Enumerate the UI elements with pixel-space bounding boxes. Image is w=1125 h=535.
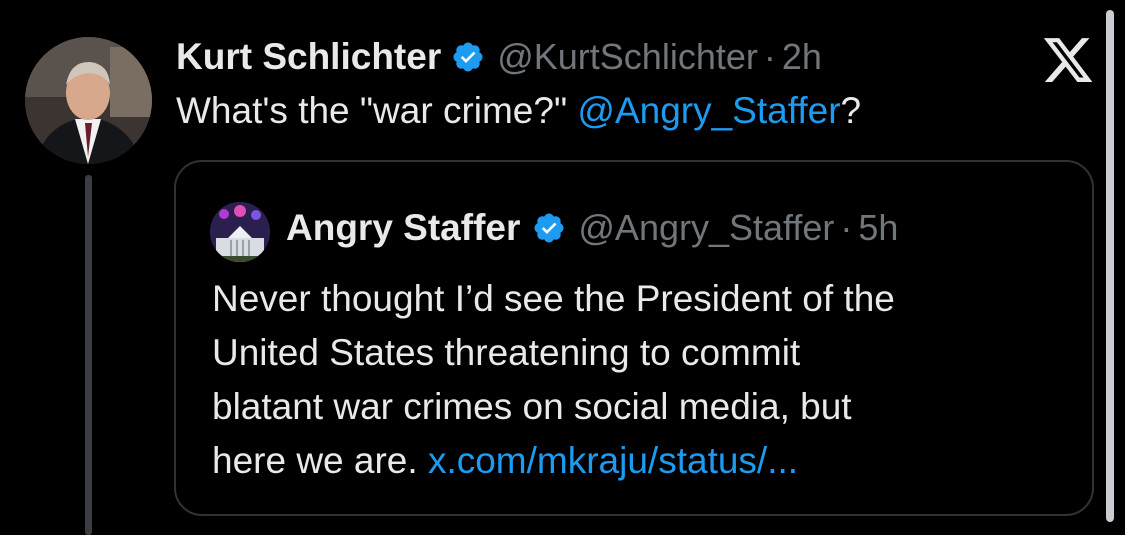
- quoted-author-avatar[interactable]: [210, 202, 270, 262]
- quoted-text-line: blatant war crimes on social media, but: [212, 386, 852, 427]
- scrollbar[interactable]: [1106, 10, 1114, 522]
- quoted-author-name[interactable]: Angry Staffer: [286, 207, 520, 249]
- header-separator: ·: [763, 36, 776, 77]
- verified-badge-icon: [451, 40, 485, 74]
- post-timestamp[interactable]: 2h: [782, 36, 822, 78]
- author-photo: [25, 37, 152, 164]
- quoted-post-timestamp[interactable]: 5h: [858, 207, 898, 249]
- post-header: Kurt Schlichter @KurtSchlichter · 2h: [176, 32, 822, 82]
- quoted-text-last: here we are.: [212, 440, 428, 481]
- quoted-header-separator: ·: [840, 207, 853, 248]
- quoted-text-line: United States threatening to commit: [212, 332, 801, 373]
- quoted-post-header: Angry Staffer @Angry_Staffer · 5h: [286, 202, 898, 254]
- x-logo-icon: [1040, 33, 1096, 87]
- thread-line: [85, 175, 92, 535]
- mention-link[interactable]: @Angry_Staffer: [577, 90, 840, 131]
- quoted-text-line: Never thought I’d see the President of t…: [212, 278, 895, 319]
- white-house-image: [210, 202, 270, 262]
- quoted-post-text: Never thought I’d see the President of t…: [212, 272, 1052, 488]
- post-text-suffix: ?: [840, 90, 862, 131]
- author-avatar[interactable]: [25, 37, 152, 164]
- quoted-text-last-line: here we are. x.com/mkraju/status/...: [212, 434, 1052, 488]
- post-text: What's the "war crime?" @Angry_Staffer?: [176, 86, 861, 136]
- author-name[interactable]: Kurt Schlichter: [176, 36, 441, 78]
- verified-badge-icon: [532, 211, 566, 245]
- quoted-post-link[interactable]: x.com/mkraju/status/...: [428, 440, 798, 481]
- post-text-prefix: What's the "war crime?": [176, 90, 578, 131]
- quoted-post-card[interactable]: Angry Staffer @Angry_Staffer · 5h Never …: [174, 160, 1094, 516]
- quoted-author-handle[interactable]: @Angry_Staffer: [578, 207, 834, 249]
- author-handle[interactable]: @KurtSchlichter: [497, 36, 758, 78]
